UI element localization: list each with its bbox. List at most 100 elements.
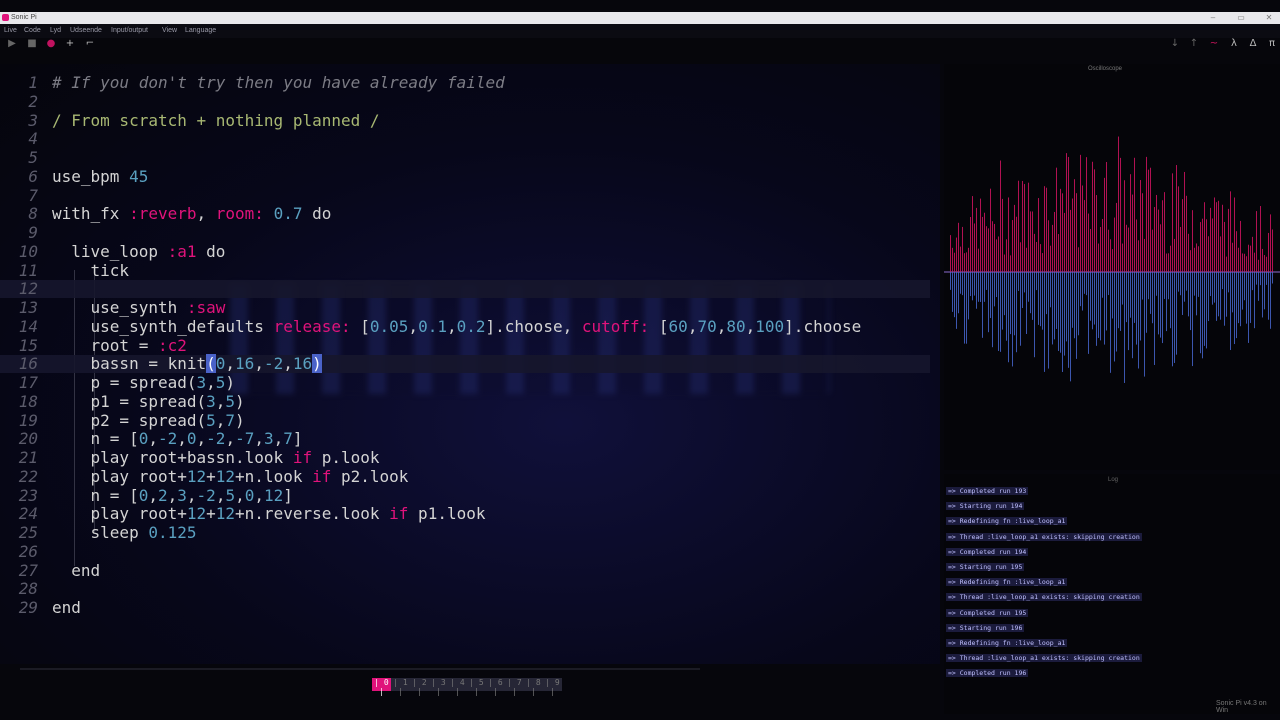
scope-bar <box>1144 272 1145 377</box>
line-number: 14 <box>18 316 38 336</box>
minimize-button[interactable]: – <box>1206 12 1220 24</box>
maximize-button[interactable]: ▭ <box>1234 12 1248 24</box>
code-text[interactable]: p2 = spread(5,7) <box>52 411 245 430</box>
code-line[interactable]: 19 p2 = spread(5,7) <box>0 411 930 430</box>
code-text[interactable]: play root+12+12+n.look if p2.look <box>52 467 409 486</box>
scope-bar <box>1048 272 1049 369</box>
pi-icon[interactable]: π <box>1265 38 1279 64</box>
code-text[interactable]: tick <box>52 261 130 280</box>
code-text[interactable]: use_synth_defaults release: [0.05,0.1,0.… <box>52 317 862 336</box>
code-text[interactable]: play root+bassn.look if p.look <box>52 449 380 467</box>
code-text[interactable]: n = [0,-2,0,-2,-7,3,7] <box>52 430 303 448</box>
scope-bar <box>1048 220 1049 272</box>
code-line[interactable]: 14 use_synth_defaults release: [0.05,0.1… <box>0 316 930 336</box>
line-number: 11 <box>18 260 38 280</box>
code-line[interactable]: 23 n = [0,2,3,-2,5,0,12] <box>0 486 930 505</box>
code-line[interactable]: 7 <box>0 185 930 205</box>
code-text[interactable]: with_fx :reverb, room: 0.7 do <box>52 205 331 223</box>
scope-bar <box>1008 272 1009 363</box>
scope-toggle-icon[interactable]: ~ <box>1207 38 1221 64</box>
code-line[interactable]: 29 end <box>0 599 930 617</box>
code-text[interactable]: p = spread(3,5) <box>52 374 236 392</box>
code-line[interactable]: 11 tick <box>0 260 930 280</box>
code-line[interactable]: 4 <box>0 130 930 148</box>
scope-bar <box>1162 272 1163 344</box>
menu-view[interactable]: View <box>162 24 177 38</box>
lambda-icon[interactable]: λ <box>1227 38 1241 64</box>
buffer-tab-2[interactable]: | 2 | <box>410 678 429 696</box>
delta-icon[interactable]: Δ <box>1246 38 1260 64</box>
code-text[interactable]: sleep 0.125 <box>52 524 197 542</box>
code-line[interactable]: 3 / From scratch + nothing planned / <box>0 111 930 130</box>
undo-icon[interactable]: ⌐ <box>83 38 97 64</box>
save-icon[interactable]: ↑ <box>1187 38 1201 64</box>
code-text[interactable]: use_synth :saw <box>52 299 226 317</box>
close-button[interactable]: ✕ <box>1262 12 1276 24</box>
code-text[interactable]: use_bpm 45 <box>52 167 148 186</box>
scope-bar <box>1060 272 1061 353</box>
code-line[interactable]: 25 sleep 0.125 <box>0 524 930 542</box>
menu-udseende[interactable]: Udseende <box>70 24 102 38</box>
code-line[interactable]: 24 play root+12+12+n.reverse.look if p1.… <box>0 505 930 523</box>
log-entry: => Starting run 194 <box>946 502 1025 511</box>
buffer-tab-8[interactable]: | 8 | <box>524 678 543 696</box>
code-text[interactable]: p1 = spread(3,5) <box>52 392 245 411</box>
horizontal-scrollbar[interactable] <box>20 668 700 670</box>
code-line[interactable]: 12 <box>0 280 930 299</box>
buffer-tab-4[interactable]: | 4 | <box>448 678 467 696</box>
line-number: 20 <box>18 429 38 449</box>
buffer-tab-1[interactable]: | 1 | <box>391 678 410 696</box>
scope-bar <box>1094 272 1095 325</box>
stop-icon[interactable]: ■ <box>25 38 39 64</box>
scope-bar <box>1062 193 1063 272</box>
buffer-tab-3[interactable]: | 3 | <box>429 678 448 696</box>
code-line[interactable]: 10 live_loop :a1 do <box>0 242 930 261</box>
scope-bar <box>1076 193 1077 272</box>
code-line[interactable]: 5 <box>0 149 930 167</box>
code-text[interactable]: play root+12+12+n.reverse.look if p1.loo… <box>52 505 486 523</box>
code-text[interactable]: # If you don't try then you have already… <box>52 74 505 92</box>
code-text[interactable]: / From scratch + nothing planned / <box>52 111 380 130</box>
code-line[interactable]: 18 p1 = spread(3,5) <box>0 392 930 411</box>
code-line[interactable]: 27 end <box>0 561 930 580</box>
line-number: 7 <box>28 185 38 205</box>
load-icon[interactable]: ↓ <box>1168 38 1182 64</box>
code-text[interactable]: n = [0,2,3,-2,5,0,12] <box>52 486 293 505</box>
menu-lyd[interactable]: Lyd <box>50 24 61 38</box>
code-line[interactable]: 22 play root+12+12+n.look if p2.look <box>0 467 930 486</box>
scope-bar <box>1040 272 1041 327</box>
code-line[interactable]: 8 with_fx :reverb, room: 0.7 do <box>0 205 930 223</box>
scope-bar <box>1270 214 1271 272</box>
code-line[interactable]: 9 <box>0 224 930 242</box>
code-text[interactable]: root = :c2 <box>52 336 187 355</box>
code-line[interactable]: 20 n = [0,-2,0,-2,-7,3,7] <box>0 430 930 448</box>
buffer-tab-6[interactable]: | 6 | <box>486 678 505 696</box>
code-text[interactable]: bassn = knit(0,16,-2,16) <box>52 354 322 374</box>
code-line[interactable]: 1 # If you don't try then you have alread… <box>0 74 930 92</box>
code-text[interactable]: end <box>52 599 81 617</box>
code-line[interactable]: 17 p = spread(3,5) <box>0 374 930 392</box>
code-text[interactable]: end <box>52 561 100 580</box>
code-line[interactable]: 28 <box>0 580 930 598</box>
menu-language[interactable]: Language <box>185 24 216 38</box>
buffer-tab-7[interactable]: | 7 | <box>505 678 524 696</box>
code-line[interactable]: 2 <box>0 92 930 111</box>
buffer-tab-5[interactable]: | 5 | <box>467 678 486 696</box>
scope-bar <box>1224 221 1225 272</box>
record-icon[interactable]: ● <box>44 38 58 64</box>
code-line[interactable]: 21 play root+bassn.look if p.look <box>0 449 930 467</box>
buffer-tab-0[interactable]: | 0 | <box>372 678 391 696</box>
scope-bar <box>1222 272 1223 290</box>
code-text[interactable]: live_loop :a1 do <box>52 242 225 261</box>
code-line[interactable]: 13 use_synth :saw <box>0 299 930 317</box>
code-line[interactable]: 6 use_bpm 45 <box>0 167 930 186</box>
menu-live[interactable]: Live <box>4 24 17 38</box>
menu-code[interactable]: Code <box>24 24 41 38</box>
add-icon[interactable]: + <box>63 38 77 64</box>
code-line[interactable]: 26 <box>0 542 930 561</box>
run-icon[interactable]: ▶ <box>5 38 19 64</box>
code-line[interactable]: 16 bassn = knit(0,16,-2,16) <box>0 354 930 374</box>
menu-input-output[interactable]: Input/output <box>111 24 148 38</box>
buffer-tab-9[interactable]: | 9 | <box>543 678 562 696</box>
code-line[interactable]: 15 root = :c2 <box>0 336 930 355</box>
